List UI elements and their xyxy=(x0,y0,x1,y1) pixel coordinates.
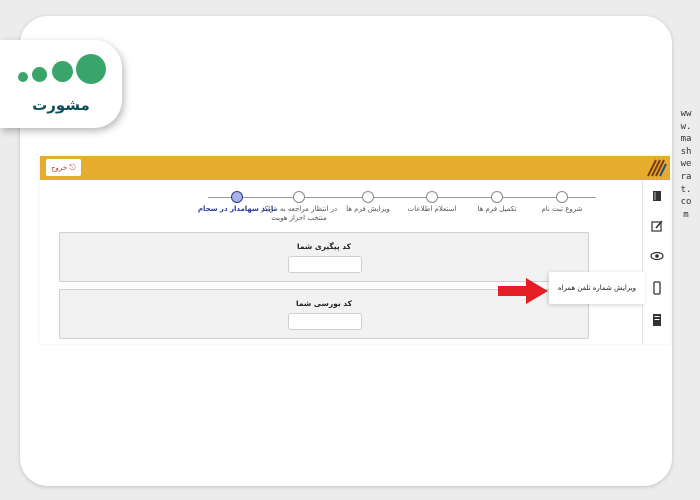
step-dot-active xyxy=(231,191,243,203)
tracking-code-field[interactable] xyxy=(288,256,362,273)
step-label: تایید سهامدار در سجام xyxy=(197,205,277,213)
step-dot xyxy=(293,191,305,203)
eye-icon[interactable] xyxy=(649,248,665,264)
step-dot xyxy=(491,191,503,203)
tracking-code-panel: کد پیگیری شما xyxy=(59,232,589,282)
watermark-url: www.mashwerat.com xyxy=(680,109,692,220)
exit-button[interactable]: خروج ⎋ xyxy=(46,159,81,176)
brand-stripes-icon xyxy=(642,156,670,180)
step-dot xyxy=(556,191,568,203)
app-window: خروج ⎋ شروع ثبت نام تکمیل فرم ها استعلام… xyxy=(40,156,670,344)
step-dot xyxy=(362,191,374,203)
step-sejam-approval: تایید سهامدار در سجام xyxy=(192,191,282,214)
logo-dots xyxy=(18,54,108,90)
edit-mobile-tooltip: ویرایش شماره تلفن همراه xyxy=(549,272,645,304)
tracking-code-label: کد پیگیری شما xyxy=(297,242,351,251)
book-icon[interactable] xyxy=(649,188,665,204)
mobile-phone-icon[interactable] xyxy=(649,280,665,296)
logo-text: مشورت xyxy=(32,96,90,114)
bourse-code-field[interactable] xyxy=(288,313,362,330)
red-arrow-icon xyxy=(498,278,548,304)
edit-icon[interactable] xyxy=(649,218,665,234)
exit-label: خروج xyxy=(51,164,68,172)
top-bar: خروج ⎋ xyxy=(40,156,670,180)
document-icon[interactable] xyxy=(649,312,665,328)
logo-badge: مشورت xyxy=(0,40,122,128)
logout-icon: ⎋ xyxy=(69,163,76,172)
step-dot xyxy=(426,191,438,203)
side-nav xyxy=(642,180,670,344)
